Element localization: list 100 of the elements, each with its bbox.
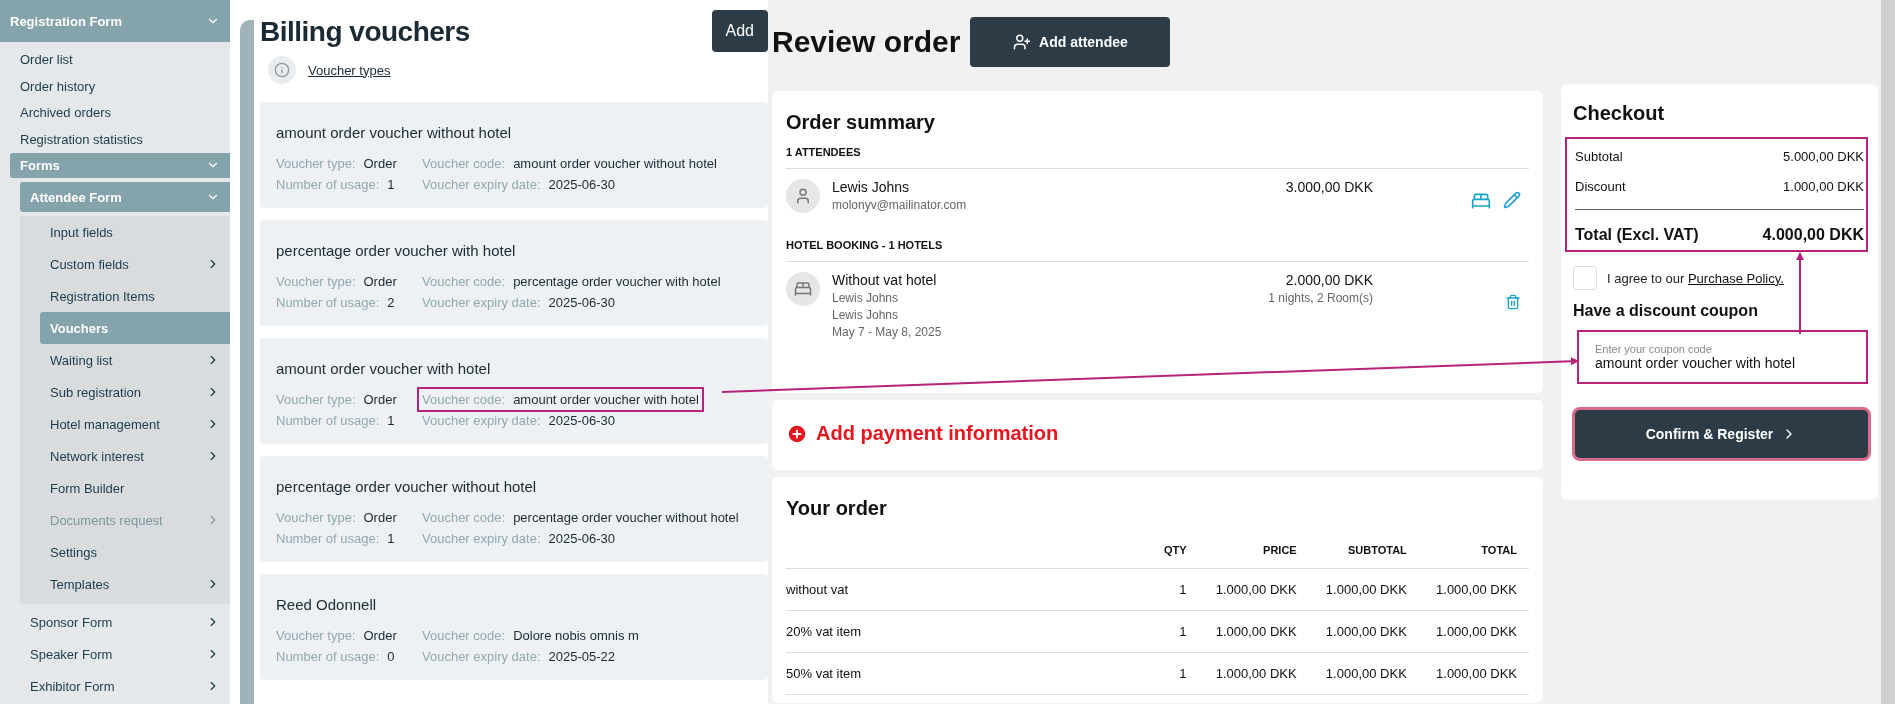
- coupon-input[interactable]: amount order voucher with hotel: [1595, 355, 1857, 371]
- voucher-name: percentage order voucher with hotel: [276, 242, 517, 259]
- sidebar-item-label: Vouchers: [50, 320, 109, 336]
- purchase-policy-link[interactable]: Purchase Policy.: [1687, 270, 1784, 286]
- add-payment-link[interactable]: Add payment information: [786, 416, 1529, 451]
- hotel-detail: Lewis Johns: [832, 291, 900, 305]
- voucher-card[interactable]: percentage order voucher with hotel Voucher type: Order Voucher code: percentage order voucher with hotel Number of usage: 2 Voucher expiry date: 2025-06-30: [260, 220, 768, 326]
- field-label: Voucher expiry date:: [422, 531, 541, 546]
- field-value: Order: [363, 510, 397, 525]
- table-cell: 1.000,00 DKK: [1308, 610, 1419, 653]
- field-label: Voucher type:: [276, 274, 356, 289]
- voucher-card[interactable]: amount order voucher without hotel Voucher type: Order Voucher code: amount order voucher without hotel Number of usage: 1 Voucher expiry date: 2025-06-30: [260, 102, 768, 208]
- table-cell: 1.000,00 DKK: [1418, 652, 1529, 695]
- table-cell: 50% vat item: [786, 652, 1158, 695]
- field-value: 0: [387, 649, 395, 664]
- voucher-types-link[interactable]: Voucher types: [308, 62, 391, 78]
- sidebar-item-label: Forms: [20, 157, 60, 173]
- table-cell: 1.000,00 DKK: [1418, 568, 1529, 611]
- field-value: amount order voucher with hotel: [513, 392, 699, 407]
- sidebar-item[interactable]: Speaker Form: [20, 638, 230, 670]
- sidebar-item-label: Waiting list: [50, 352, 113, 368]
- sidebar-item[interactable]: Exhibitor Form: [20, 670, 230, 702]
- edit-icon[interactable]: [1503, 191, 1521, 209]
- bed-icon[interactable]: [1471, 191, 1491, 211]
- field-label: Voucher code:: [422, 274, 506, 289]
- sidebar-item-label: Hotel management: [50, 416, 160, 432]
- column-header: PRICE: [1198, 532, 1309, 569]
- sidebar-item[interactable]: Sub registration: [40, 376, 230, 408]
- field-value: 2025-06-30: [548, 177, 616, 192]
- field-value: Order: [363, 156, 397, 171]
- sidebar-item[interactable]: Hotel management: [40, 408, 230, 440]
- sidebar-item[interactable]: Settings: [40, 536, 230, 568]
- coupon-field[interactable]: Enter your coupon code amount order voucher with hotel: [1577, 330, 1868, 384]
- table-cell: without vat: [786, 568, 1158, 611]
- add-button[interactable]: Add: [711, 10, 768, 52]
- section-heading: 1 ATTENDEES: [786, 146, 1529, 169]
- voucher-card[interactable]: percentage order voucher without hotel Voucher type: Order Voucher code: percentage order voucher without hotel Number of usage: 1 Voucher expiry date: 2025-06-30: [260, 456, 768, 562]
- sidebar-item[interactable]: Sponsor Form: [20, 606, 230, 638]
- total-value: 1.000,00 DKK: [1783, 178, 1864, 194]
- voucher-name: amount order voucher without hotel: [276, 124, 513, 141]
- column-header: QTY: [1157, 532, 1199, 569]
- hotel-detail: May 7 - May 8, 2025: [832, 325, 943, 339]
- page-title: Billing vouchers: [260, 16, 470, 48]
- checkbox[interactable]: [1573, 266, 1597, 290]
- info-icon: [268, 56, 296, 84]
- sidebar-item-label: Attendee Form: [30, 189, 122, 205]
- sidebar-item-label: Templates: [50, 576, 110, 592]
- field-value: 2: [387, 295, 395, 310]
- total-value: 5.000,00 DKK: [1783, 148, 1864, 164]
- sidebar-item[interactable]: Custom fields: [40, 248, 230, 280]
- field-label: Voucher code:: [422, 156, 506, 171]
- sidebar-item[interactable]: Input fields: [40, 216, 230, 248]
- voucher-name: percentage order voucher without hotel: [276, 478, 538, 495]
- sidebar-item[interactable]: Templates: [40, 568, 230, 600]
- field-label: Voucher type:: [276, 628, 356, 643]
- avatar-icon: [786, 179, 820, 213]
- agree-text: I agree to our Purchase Policy.: [1607, 270, 1784, 286]
- field-label: Voucher type:: [276, 392, 356, 407]
- coupon-label: Enter your coupon code: [1595, 343, 1713, 355]
- field-label: Voucher code:: [422, 510, 506, 525]
- sidebar-item-label: Custom fields: [50, 256, 129, 272]
- table-cell: 1.000,00 DKK: [1308, 652, 1419, 695]
- table-cell: 1.000,00 DKK: [1198, 610, 1309, 653]
- sidebar-item[interactable]: Registration statistics: [10, 126, 230, 153]
- table-cell: 20% vat item: [786, 610, 1158, 653]
- voucher-card[interactable]: Reed Odonnell Voucher type: Order Voucher code: Dolore nobis omnis m Number of usage: 0 Voucher expiry date: 2025-05-22: [260, 574, 768, 680]
- field-label: Voucher type:: [276, 156, 356, 171]
- sidebar-item[interactable]: Order list: [10, 46, 230, 73]
- sidebar-item[interactable]: Network interest: [40, 440, 230, 472]
- plus-circle-icon: [786, 422, 808, 445]
- add-attendee-button[interactable]: Add attendee: [970, 17, 1171, 67]
- price: 2.000,00 DKK: [1285, 272, 1373, 288]
- field-label: Number of usage:: [276, 177, 380, 192]
- voucher-name: amount order voucher with hotel: [276, 360, 492, 377]
- sidebar-item-label: Sub registration: [50, 384, 142, 400]
- trash-icon[interactable]: [1505, 294, 1521, 310]
- sidebar-item-label: Archived orders: [20, 105, 112, 121]
- attendee-name: Lewis Johns: [832, 179, 911, 195]
- sidebar-header-label: Registration Form: [10, 13, 122, 29]
- sidebar-item[interactable]: Order history: [10, 72, 230, 100]
- field-value: percentage order voucher without hotel: [513, 510, 739, 525]
- table-cell: 1: [1157, 652, 1199, 695]
- card-title: Your order: [786, 497, 888, 520]
- stay-detail: 1 nights, 2 Room(s): [1268, 291, 1373, 305]
- sidebar-item[interactable]: Archived orders: [10, 99, 230, 127]
- hotel-name: Without vat hotel: [832, 272, 938, 288]
- field-value: 1: [387, 413, 395, 428]
- total-label: Subtotal: [1575, 148, 1623, 164]
- card-title: Order summary: [786, 111, 936, 134]
- field-value: Order: [363, 274, 397, 289]
- sidebar-item-label: Documents request: [50, 512, 163, 528]
- sidebar-item[interactable]: Waiting list: [40, 344, 230, 376]
- field-value: 1: [387, 177, 395, 192]
- sidebar-item[interactable]: Form Builder: [40, 472, 230, 504]
- voucher-card[interactable]: amount order voucher with hotel Voucher type: Order Voucher code: amount order voucher with hotel Number of usage: 1 Voucher expiry date: 2025-06-30: [260, 338, 768, 444]
- section-heading: HOTEL BOOKING - 1 HOTELS: [786, 239, 1529, 262]
- sidebar-item[interactable]: Registration Items: [40, 280, 230, 312]
- confirm-button[interactable]: Confirm & Register: [1575, 410, 1868, 458]
- field-value: 2025-06-30: [548, 413, 616, 428]
- field-value: 2025-05-22: [548, 649, 616, 664]
